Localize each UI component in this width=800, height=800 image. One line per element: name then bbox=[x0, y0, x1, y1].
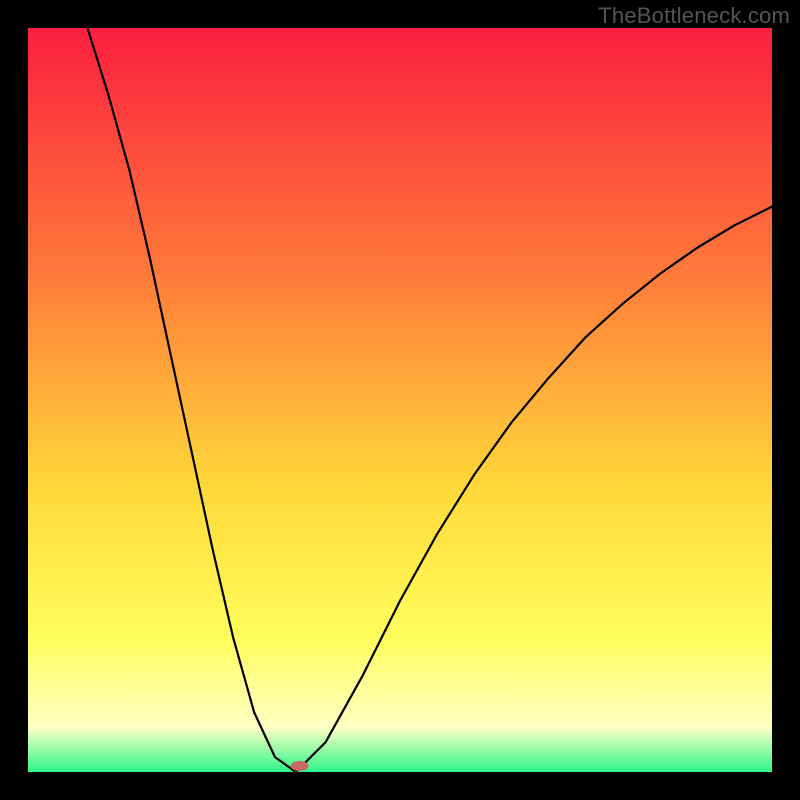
chart-frame: TheBottleneck.com bbox=[0, 0, 800, 800]
minimum-point-marker bbox=[291, 761, 309, 771]
watermark-text: TheBottleneck.com bbox=[598, 3, 790, 29]
gradient-background bbox=[28, 28, 772, 772]
plot-area bbox=[28, 28, 772, 772]
chart-svg bbox=[28, 28, 772, 772]
